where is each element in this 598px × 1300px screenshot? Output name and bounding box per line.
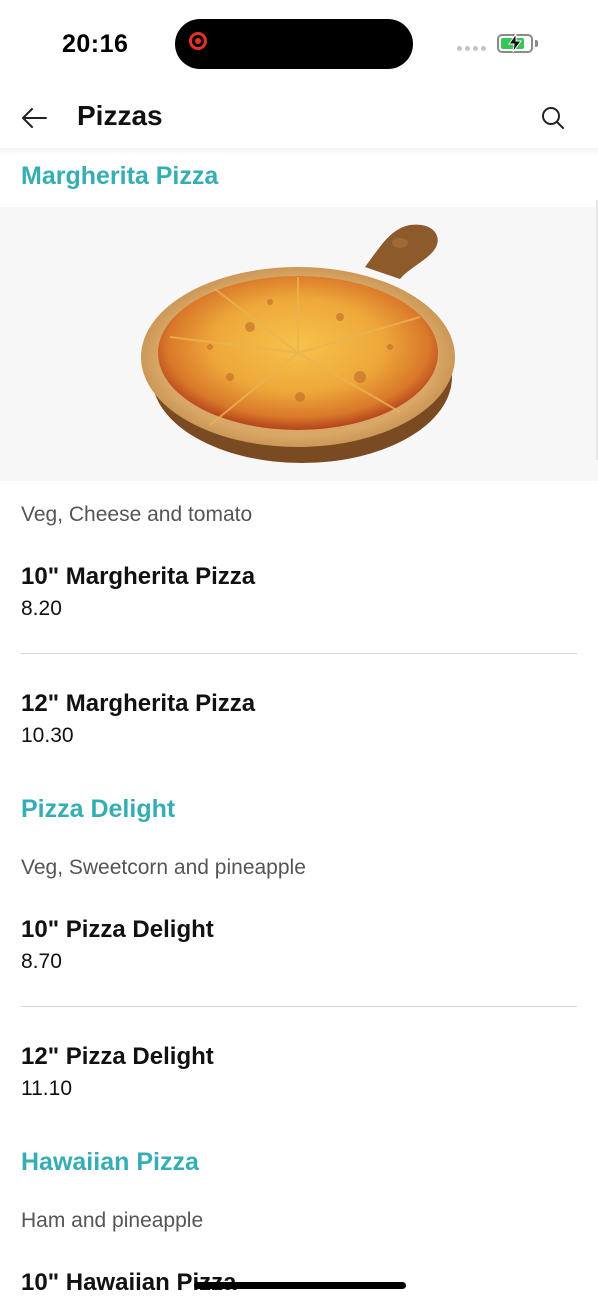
menu-item[interactable]: 10" Margherita Pizza 8.20 xyxy=(21,562,577,621)
menu-item[interactable]: 12" Margherita Pizza 10.30 xyxy=(21,689,577,748)
charging-bolt-icon xyxy=(508,33,522,53)
pizza-image xyxy=(0,207,598,481)
item-price: 10.30 xyxy=(21,724,74,747)
record-icon xyxy=(189,32,207,50)
item-price: 8.70 xyxy=(21,950,62,973)
margherita-pizza-image xyxy=(141,224,455,463)
battery-icon xyxy=(497,33,533,53)
home-indicator[interactable] xyxy=(194,1282,406,1289)
header-shadow xyxy=(0,148,598,156)
item-name: 10" Pizza Delight xyxy=(21,916,214,943)
status-bar: 20:16 xyxy=(0,0,598,88)
category-description: Veg, Sweetcorn and pineapple xyxy=(21,856,306,879)
menu-item[interactable]: 12" Pizza Delight 11.10 xyxy=(21,1042,577,1101)
item-price: 8.20 xyxy=(21,597,62,620)
category-description: Veg, Cheese and tomato xyxy=(21,503,253,526)
status-time: 20:16 xyxy=(62,30,129,58)
category-title-hawaiian: Hawaiian Pizza xyxy=(21,1148,199,1176)
page-title: Pizzas xyxy=(77,100,163,131)
arrow-left-icon xyxy=(22,108,47,128)
category-title-margherita: Margherita Pizza xyxy=(21,162,219,190)
item-name: 12" Pizza Delight xyxy=(21,1043,214,1070)
dynamic-island xyxy=(175,19,413,69)
search-button[interactable] xyxy=(535,100,571,136)
search-icon xyxy=(542,107,564,129)
category-title-pizza-delight: Pizza Delight xyxy=(21,795,176,823)
app-header: Pizzas xyxy=(0,88,598,148)
back-button[interactable] xyxy=(16,100,52,136)
item-name: 12" Margherita Pizza xyxy=(21,690,256,717)
item-price: 11.10 xyxy=(21,1077,72,1100)
category-description: Ham and pineapple xyxy=(21,1209,204,1232)
battery-cap xyxy=(535,40,538,47)
divider xyxy=(21,653,577,654)
menu-item[interactable]: 10" Pizza Delight 8.70 xyxy=(21,915,577,974)
signal-icon xyxy=(457,46,486,51)
divider xyxy=(21,1006,577,1007)
item-name: 10" Margherita Pizza xyxy=(21,563,256,590)
